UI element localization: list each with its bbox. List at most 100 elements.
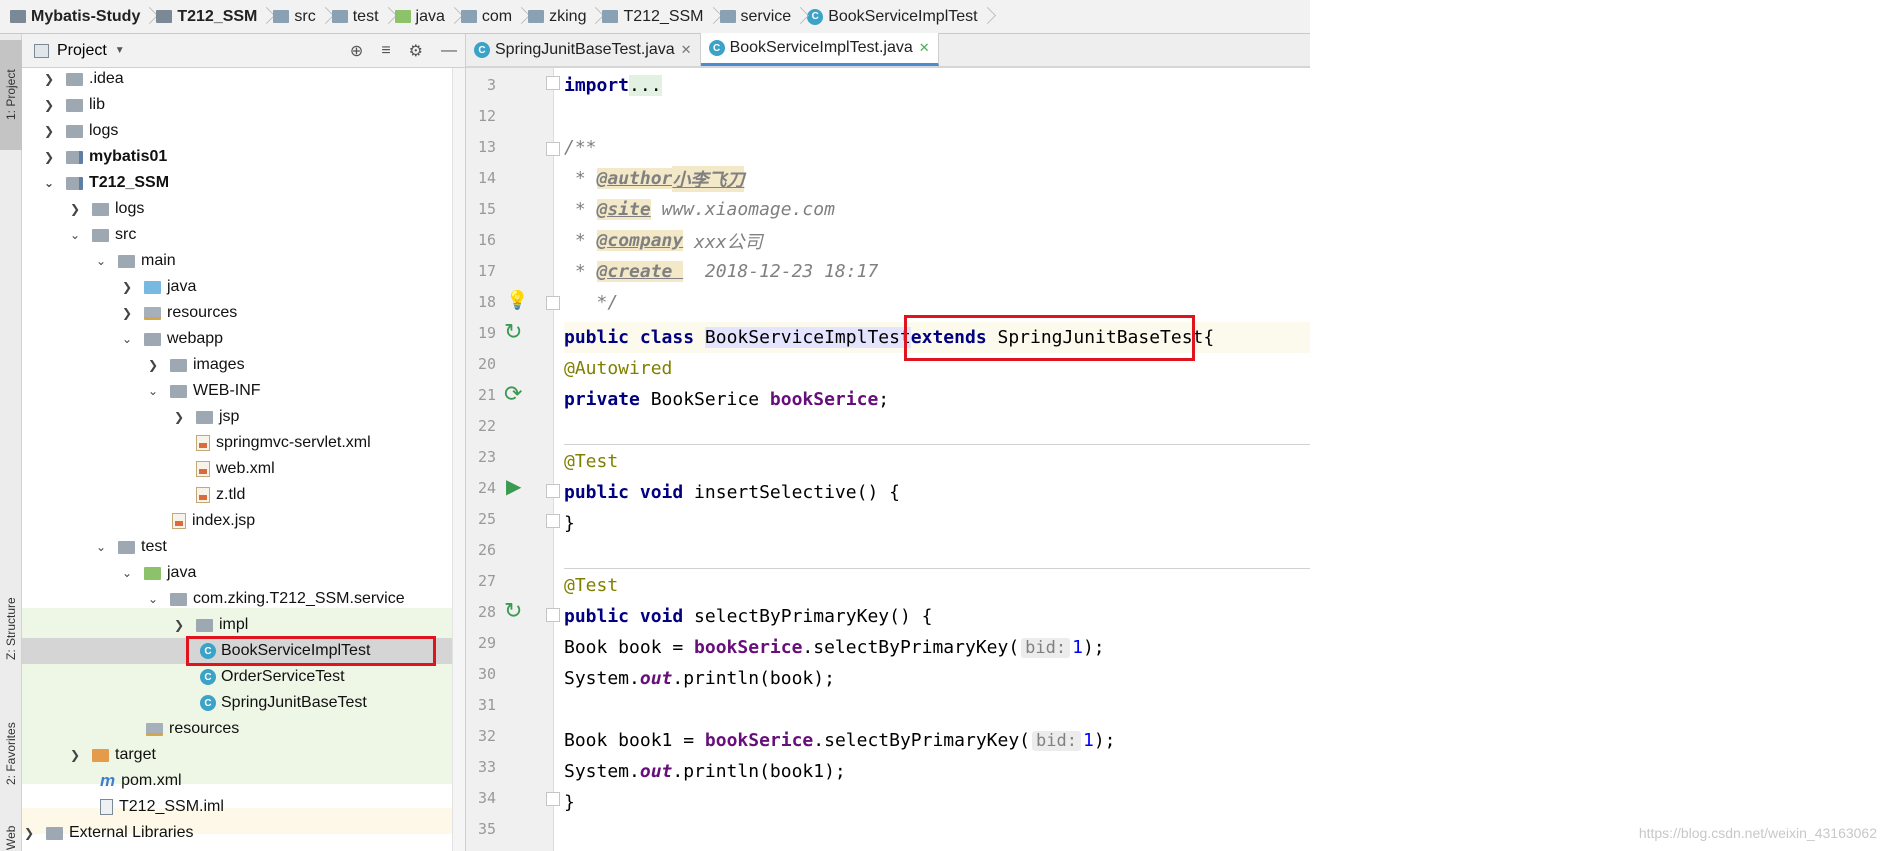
tree-item[interactable]: ❯ resources: [22, 300, 462, 326]
tree-item[interactable]: ⌄ java: [22, 560, 462, 586]
code-area[interactable]: import ... /** * @author 小李飞刀 * @site www…: [564, 68, 1310, 851]
chevron-right-icon[interactable]: ❯: [42, 98, 56, 112]
tree-item[interactable]: C OrderServiceTest: [22, 664, 462, 690]
tree-item[interactable]: ⌄ WEB-INF: [22, 378, 462, 404]
library-icon: [46, 826, 63, 840]
tree-item[interactable]: ⌄ T212_SSM: [22, 170, 462, 196]
lightbulb-icon[interactable]: 💡: [506, 290, 528, 311]
chevron-right-icon[interactable]: ❯: [146, 358, 160, 372]
breadcrumb-item-src[interactable]: src: [269, 0, 319, 33]
fold-toggle[interactable]: [546, 76, 560, 90]
folder-icon: [118, 254, 135, 268]
breadcrumb-item-test[interactable]: test: [328, 0, 383, 33]
tree-item[interactable]: T212_SSM.iml: [22, 794, 462, 820]
tree-item[interactable]: ⌄ test: [22, 534, 462, 560]
tree-item[interactable]: ❯ target: [22, 742, 462, 768]
chevron-right-icon[interactable]: ❯: [120, 306, 134, 320]
close-icon[interactable]: ✕: [681, 42, 692, 58]
fold-toggle[interactable]: [546, 608, 560, 622]
chevron-down-icon[interactable]: ⌄: [94, 540, 108, 554]
chevron-right-icon[interactable]: ❯: [42, 150, 56, 164]
chevron-right-icon[interactable]: ❯: [42, 72, 56, 86]
package-icon: [719, 10, 736, 23]
fold-toggle[interactable]: [546, 142, 560, 156]
tree-item[interactable]: ⌄ com.zking.T212_SSM.service: [22, 586, 462, 612]
line-number: 18: [477, 293, 496, 311]
tree-item[interactable]: ⌄ src: [22, 222, 462, 248]
fold-toggle[interactable]: [546, 514, 560, 528]
tree-item[interactable]: ❯ lib: [22, 92, 462, 118]
chevron-down-icon[interactable]: ⌄: [146, 384, 160, 398]
chevron-down-icon[interactable]: ⌄: [146, 592, 160, 606]
chevron-down-icon[interactable]: ⌄: [68, 228, 82, 242]
chevron-right-icon[interactable]: ❯: [68, 748, 82, 762]
source-folder-icon: [144, 280, 161, 294]
fold-toggle[interactable]: [546, 484, 560, 498]
run-class-icon[interactable]: ↻: [504, 598, 522, 624]
breadcrumb-item-class[interactable]: C BookServiceImplTest: [803, 0, 981, 33]
breadcrumb-item-t212-ssm[interactable]: T212_SSM: [598, 0, 707, 33]
tree-item[interactable]: ❯ logs: [22, 196, 462, 222]
tab-web-tool[interactable]: Web: [0, 824, 22, 851]
breadcrumb-item-com[interactable]: com: [457, 0, 516, 33]
tab-springjunitbasetest[interactable]: C SpringJunitBaseTest.java ✕: [466, 34, 701, 66]
fold-toggle[interactable]: [546, 296, 560, 310]
tree-item[interactable]: ❯ impl: [22, 612, 462, 638]
collapse-all-icon[interactable]: ≡: [381, 42, 390, 60]
chevron-down-icon[interactable]: ⌄: [120, 332, 134, 346]
chevron-down-icon[interactable]: ▼: [115, 45, 125, 56]
chevron-right-icon[interactable]: ❯: [42, 124, 56, 138]
tree-item[interactable]: ❯ mybatis01: [22, 144, 462, 170]
tree-item[interactable]: ❯ images: [22, 352, 462, 378]
tree-item[interactable]: ⌄ webapp: [22, 326, 462, 352]
breadcrumb-item-project[interactable]: Mybatis-Study: [6, 0, 144, 33]
tab-structure-tool[interactable]: Z: Structure: [0, 574, 22, 684]
breadcrumb-item-zking[interactable]: zking: [524, 0, 590, 33]
package-icon: [528, 10, 545, 23]
autowired-navigate-icon[interactable]: ⟳: [504, 381, 522, 407]
tree-item[interactable]: ❯ java: [22, 274, 462, 300]
tree-item[interactable]: ❯ .idea: [22, 66, 462, 92]
close-icon[interactable]: ✕: [919, 40, 930, 56]
breadcrumb-item-module[interactable]: T212_SSM: [152, 0, 261, 33]
tree-item[interactable]: resources: [22, 716, 462, 742]
chevron-down-icon[interactable]: ⌄: [42, 176, 56, 190]
project-scrollbar[interactable]: [452, 68, 465, 851]
folded-imports[interactable]: ...: [629, 75, 662, 96]
tree-item[interactable]: m pom.xml: [22, 768, 462, 794]
tree-item[interactable]: springmvc-servlet.xml: [22, 430, 462, 456]
tab-project-tool[interactable]: 1: Project: [0, 40, 22, 150]
tree-item[interactable]: C SpringJunitBaseTest: [22, 690, 462, 716]
breadcrumb-item-java[interactable]: java: [391, 0, 449, 33]
gear-icon[interactable]: ⚙: [409, 41, 423, 61]
tab-bookserviceimpltest[interactable]: C BookServiceImplTest.java ✕: [700, 33, 939, 66]
project-panel-title[interactable]: Project: [57, 42, 107, 60]
locate-icon[interactable]: ⊕: [350, 41, 363, 61]
chevron-down-icon[interactable]: ⌄: [94, 254, 108, 268]
line-number: 35: [477, 820, 496, 838]
chevron-right-icon[interactable]: ❯: [22, 826, 36, 840]
tree-item[interactable]: index.jsp: [22, 508, 462, 534]
run-class-icon[interactable]: ↻: [504, 319, 522, 345]
parameter-hint: bid:: [1021, 637, 1071, 658]
tree-item[interactable]: ❯ jsp: [22, 404, 462, 430]
chevron-right-icon[interactable]: ❯: [120, 280, 134, 294]
tree-item[interactable]: ⌄ main: [22, 248, 462, 274]
run-test-icon[interactable]: ▶: [506, 474, 521, 499]
chevron-right-icon[interactable]: ❯: [68, 202, 82, 216]
minimize-icon[interactable]: —: [441, 42, 457, 60]
tree-item[interactable]: ❯ External Libraries: [22, 820, 462, 846]
line-number: 27: [477, 572, 496, 590]
tab-favorites-tool[interactable]: 2: Favorites: [0, 699, 22, 809]
line-number: 29: [477, 634, 496, 652]
code-editor[interactable]: 3 12 13 14 15 16 17 18 19 20 21 22 23 24…: [466, 68, 1310, 851]
fold-toggle[interactable]: [546, 792, 560, 806]
chevron-right-icon[interactable]: ❯: [172, 618, 186, 632]
breadcrumb-item-service[interactable]: service: [716, 0, 796, 33]
tree-item[interactable]: web.xml: [22, 456, 462, 482]
tree-item[interactable]: z.tld: [22, 482, 462, 508]
tree-item[interactable]: ❯ logs: [22, 118, 462, 144]
project-panel-header: Project ▼ ⊕ ≡ ⚙ —: [22, 34, 465, 68]
chevron-right-icon[interactable]: ❯: [172, 410, 186, 424]
chevron-down-icon[interactable]: ⌄: [120, 566, 134, 580]
